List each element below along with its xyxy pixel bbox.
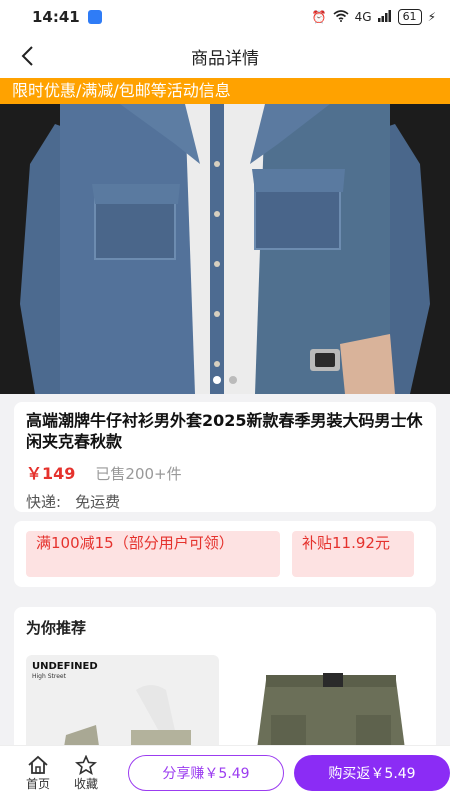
charging-icon: ⚡	[427, 10, 436, 24]
promo-banner: 限时优惠/满减/包邮等活动信息	[0, 78, 450, 104]
status-bar: 14:41 ⏰ 4G 61 ⚡	[0, 0, 450, 34]
share-earn-button[interactable]: 分享赚￥5.49	[128, 755, 284, 791]
shipping-row: 快递: 免运费	[26, 491, 424, 512]
coupon-discount[interactable]: 满100减15（部分用户可领）	[26, 531, 280, 577]
shipping-label: 快递:	[26, 493, 62, 511]
app-notification-icon	[87, 10, 102, 24]
status-right: ⏰ 4G 61 ⚡	[312, 9, 436, 25]
favorite-tab[interactable]: 收藏	[62, 754, 110, 792]
recommend-brand: UNDEFINED	[32, 661, 98, 672]
bottom-action-bar: 首页 收藏 分享赚￥5.49 购买返￥5.49	[0, 745, 450, 800]
price-row: ￥149 已售200+件	[26, 460, 424, 484]
favorite-label: 收藏	[73, 776, 98, 791]
status-left: 14:41	[32, 8, 102, 26]
status-time: 14:41	[32, 8, 80, 26]
carousel-dot-2[interactable]	[229, 376, 237, 384]
carousel-dots	[213, 376, 237, 384]
product-photo	[0, 104, 450, 394]
network-label: 4G	[354, 10, 372, 24]
product-title: 高端潮牌牛仔衬衫男外套2025新款春季男装大码男士休闲夹克春秋款	[26, 411, 423, 451]
recommend-title: 为你推荐	[26, 619, 87, 637]
buy-rebate-button[interactable]: 购买返￥5.49	[294, 755, 450, 791]
nav-bar: 商品详情	[0, 34, 450, 78]
wifi-icon	[333, 9, 349, 25]
alarm-icon: ⏰	[311, 10, 327, 24]
sold-count: 已售200+件	[95, 465, 182, 483]
recommend-brand-sub: High Street	[32, 673, 66, 680]
product-image-carousel[interactable]	[0, 104, 450, 394]
product-price: ￥149	[26, 464, 76, 483]
coupon-subsidy[interactable]: 补贴11.92元	[292, 531, 414, 577]
product-info-card: 高端潮牌牛仔衬衫男外套2025新款春季男装大码男士休闲夹克春秋款 ￥149 已售…	[14, 402, 436, 512]
coupon-card: 满100减15（部分用户可领） 补贴11.92元	[14, 521, 436, 587]
battery-indicator: 61	[397, 9, 422, 25]
page-title: 商品详情	[191, 48, 259, 69]
chevron-left-icon	[21, 46, 33, 66]
home-tab[interactable]: 首页	[14, 755, 62, 792]
home-icon	[28, 755, 48, 774]
star-icon	[75, 754, 97, 775]
signal-icon	[377, 9, 392, 25]
shipping-value: 免运费	[75, 493, 121, 511]
carousel-dot-1[interactable]	[213, 376, 221, 384]
back-button[interactable]	[14, 42, 40, 70]
home-label: 首页	[25, 776, 50, 791]
